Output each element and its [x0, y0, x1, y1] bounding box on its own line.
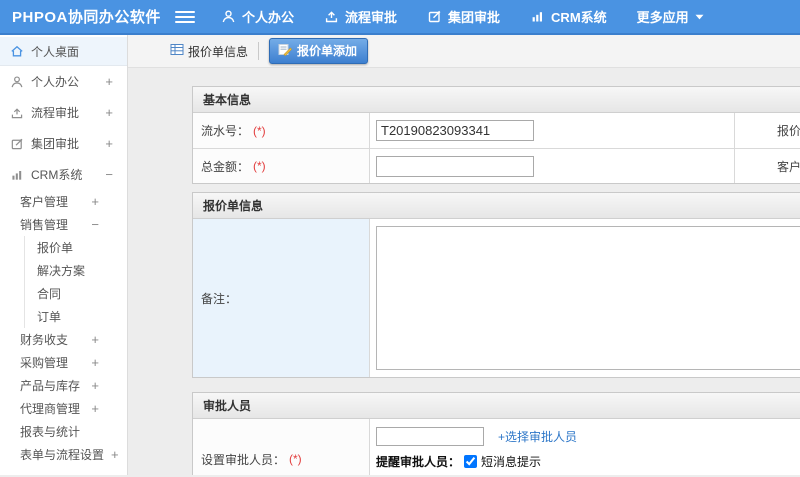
form-content: 基本信息 流水号： (*) 报价时间: 总金额： — [128, 68, 800, 475]
bar-chart-icon — [530, 9, 545, 24]
form-add-icon — [278, 43, 292, 59]
required-mark: (*) — [253, 159, 266, 173]
approver-note: 注：流程第一步审批人员，这里选择你的下一级办理人，必需填写！ — [376, 474, 800, 475]
sidebar-item-group-approval[interactable]: 集团审批 + — [0, 128, 127, 159]
topnav-item-group-approval[interactable]: 集团审批 — [427, 7, 500, 26]
sidebar-item-workflow-approval[interactable]: 流程审批 + — [0, 97, 127, 128]
table-icon — [170, 43, 184, 59]
serial-field-cell — [369, 113, 735, 148]
approver-input[interactable] — [376, 427, 484, 446]
top-navigation: 个人办公 流程审批 集团审批 CRM系统 更多应用 — [221, 7, 704, 26]
amount-field-cell — [369, 149, 735, 183]
send-up-icon — [324, 9, 339, 24]
form-row-approver: 设置审批人员： (*) +选择审批人员 提醒审批人员： 短消息提示 — [193, 419, 800, 475]
approver-picker-line: +选择审批人员 — [376, 427, 800, 446]
topnav-item-workflow-approval[interactable]: 流程审批 — [324, 7, 397, 26]
home-icon — [10, 44, 24, 58]
choose-approver-link[interactable]: +选择审批人员 — [498, 428, 577, 445]
remind-line: 提醒审批人员： 短消息提示 — [376, 453, 800, 470]
topnav-item-personal-office[interactable]: 个人办公 — [221, 7, 294, 26]
sidebar-item-order[interactable]: 订单 — [24, 305, 127, 328]
form-row-serial: 流水号： (*) 报价时间: — [193, 113, 800, 148]
approver-label: 设置审批人员： (*) — [193, 419, 369, 475]
bar-chart-icon — [10, 168, 24, 182]
sidebar-item-crm[interactable]: CRM系统 − — [0, 159, 127, 190]
sidebar-item-contract[interactable]: 合同 — [24, 282, 127, 305]
caret-down-icon — [695, 14, 704, 20]
memo-textarea[interactable] — [376, 226, 800, 370]
section-title: 报价单信息 — [193, 193, 800, 219]
remind-label: 提醒审批人员： — [376, 455, 461, 469]
edit-square-icon — [10, 137, 24, 151]
required-mark: (*) — [253, 123, 266, 138]
required-mark: (*) — [289, 452, 302, 466]
tab-quotation-add[interactable]: 报价单添加 — [269, 38, 369, 64]
app-brand: PHPOA协同办公软件 — [12, 9, 161, 26]
hamburger-icon[interactable] — [175, 10, 195, 23]
layout: 个人桌面 个人办公 + 流程审批 + 集团审批 + CRM系统 − 客户管理 +… — [0, 35, 800, 475]
amount-label: 总金额： (*) — [193, 149, 369, 183]
sidebar-item-form-workflow-settings[interactable]: 表单与流程设置 + — [0, 443, 127, 466]
edit-square-icon — [427, 9, 442, 24]
memo-field-cell — [369, 219, 800, 377]
sidebar-item-quotation[interactable]: 报价单 — [24, 236, 127, 259]
section-title: 基本信息 — [193, 87, 800, 113]
section-basic-info: 基本信息 流水号： (*) 报价时间: 总金额： — [192, 86, 800, 184]
section-quote-info: 报价单信息 备注： — [192, 192, 800, 378]
section-approver: 审批人员 设置审批人员： (*) +选择审批人员 提醒审批人员： 短消息提示 — [192, 392, 800, 475]
sidebar-item-personal-office[interactable]: 个人办公 + — [0, 66, 127, 97]
form-row-amount: 总金额： (*) 客户名称: — [193, 148, 800, 183]
app-window: PHPOA协同办公软件 个人办公 流程审批 集团审批 CRM系统 更多应用 个人… — [0, 0, 800, 475]
form-row-memo: 备注： — [193, 219, 800, 377]
sidebar-item-sales-mgmt[interactable]: 销售管理 − — [0, 213, 127, 236]
sms-remind-checkbox[interactable] — [464, 455, 478, 468]
sidebar-item-reports-stats[interactable]: 报表与统计 — [0, 420, 127, 443]
approver-field-cell: +选择审批人员 提醒审批人员： 短消息提示 注：流程第一步审批人员，这里选择你的… — [369, 419, 800, 475]
sidebar-item-solution[interactable]: 解决方案 — [24, 259, 127, 282]
sidebar-item-personal-desktop[interactable]: 个人桌面 — [0, 37, 127, 66]
amount-input[interactable] — [376, 155, 534, 177]
send-up-icon — [10, 106, 24, 120]
user-icon — [10, 75, 24, 89]
quote-time-label: 报价时间: — [777, 124, 800, 138]
topbar: PHPOA协同办公软件 个人办公 流程审批 集团审批 CRM系统 更多应用 — [0, 0, 800, 35]
sidebar-item-product-inventory[interactable]: 产品与库存 + — [0, 374, 127, 397]
tab-quotation-info[interactable]: 报价单信息 — [170, 42, 260, 60]
main-area: 报价单信息 报价单添加 基本信息 流水号： (*) T2019082309334… — [128, 35, 800, 475]
section-title: 审批人员 — [193, 393, 800, 419]
sidebar-item-purchase-mgmt[interactable]: 采购管理 + — [0, 351, 127, 374]
serial-label: 流水号： (*) — [193, 113, 369, 148]
tab-strip: 报价单信息 报价单添加 — [128, 35, 800, 68]
serial-input[interactable] — [376, 120, 534, 141]
customer-name-label: 客户名称: — [777, 159, 800, 174]
user-icon — [221, 9, 236, 24]
sidebar: 个人桌面 个人办公 + 流程审批 + 集团审批 + CRM系统 − 客户管理 +… — [0, 35, 128, 475]
topnav-item-more-apps[interactable]: 更多应用 — [637, 7, 704, 26]
sidebar-item-agent-mgmt[interactable]: 代理商管理 + — [0, 397, 127, 420]
sms-remind-label: 短消息提示 — [481, 455, 542, 469]
memo-label: 备注： — [193, 219, 369, 377]
sidebar-item-customer-mgmt[interactable]: 客户管理 + — [0, 190, 127, 213]
topnav-item-crm[interactable]: CRM系统 — [530, 7, 607, 26]
sidebar-item-finance[interactable]: 财务收支 + — [0, 328, 127, 351]
